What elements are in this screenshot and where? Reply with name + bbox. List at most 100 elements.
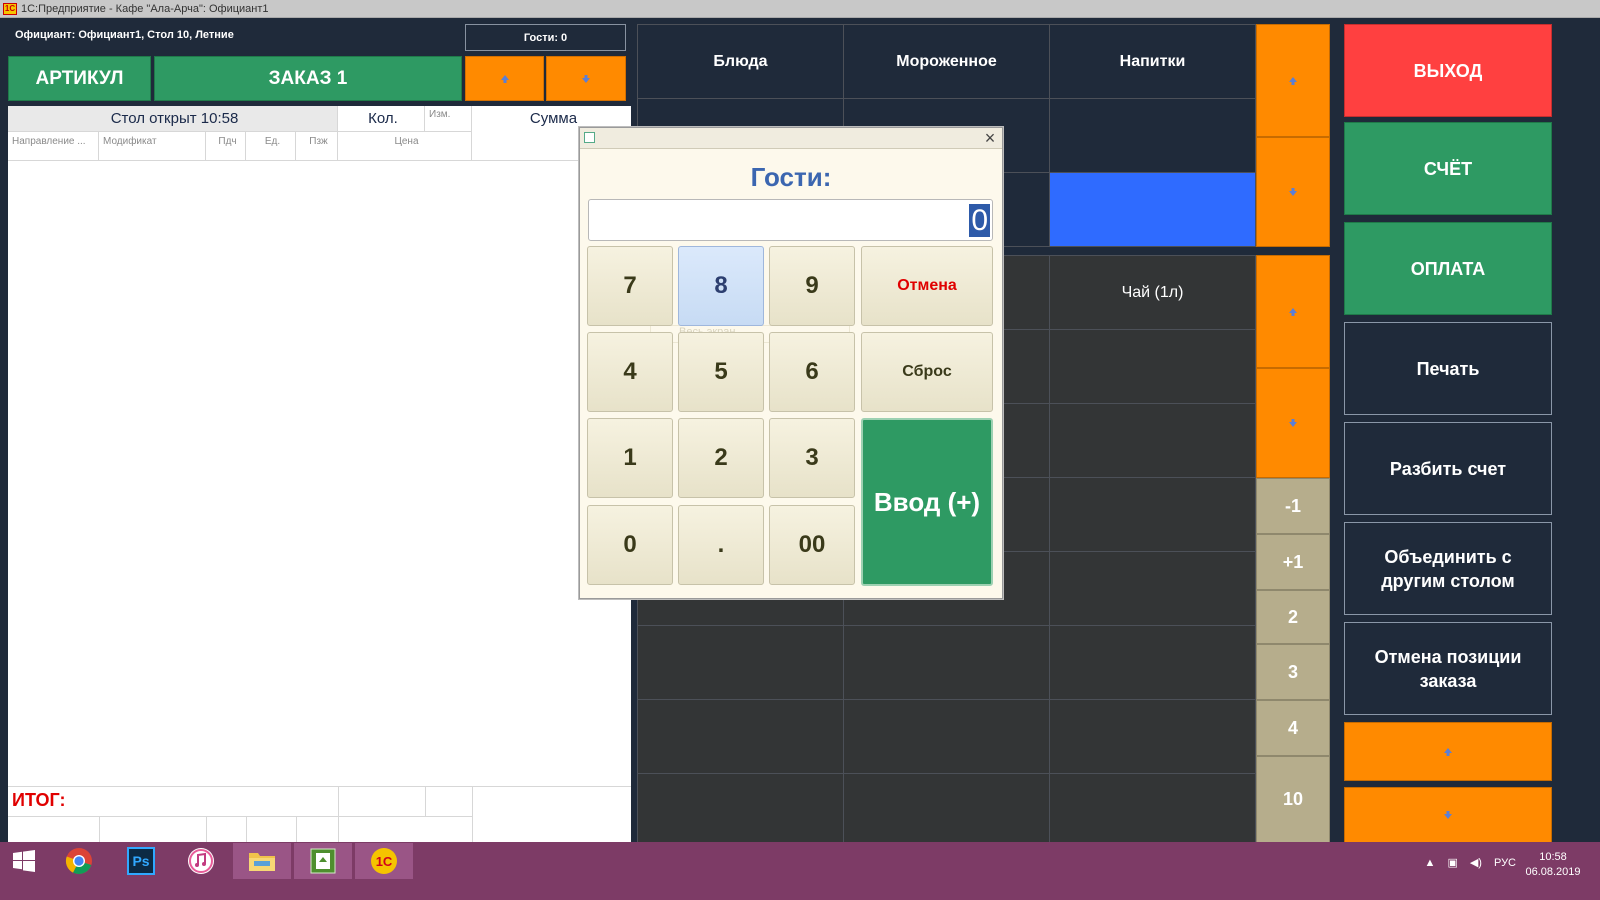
category-ice-cream[interactable]: Мороженное	[843, 24, 1050, 99]
qty-plus-1-button[interactable]: +1	[1256, 534, 1330, 590]
clock[interactable]: 10:58 06.08.2019	[1521, 850, 1585, 880]
tray-expand-icon[interactable]: ▲	[1425, 857, 1436, 869]
windows-start-button[interactable]	[0, 843, 48, 879]
category-drinks[interactable]: Напитки	[1049, 24, 1256, 99]
taskbar-itunes[interactable]	[172, 843, 230, 879]
qty-4-button[interactable]: 4	[1256, 700, 1330, 756]
volume-icon[interactable]: ◀)	[1470, 856, 1482, 869]
photoshop-icon: Ps	[127, 847, 155, 875]
actions-scroll-up-button[interactable]	[1344, 722, 1552, 781]
key-4[interactable]: 4	[587, 332, 673, 412]
menu-item[interactable]	[637, 773, 844, 843]
taskbar-1c[interactable]: 1С	[355, 843, 413, 879]
key-7[interactable]: 7	[587, 246, 673, 326]
order-button[interactable]: ЗАКАЗ 1	[154, 56, 462, 101]
subcategory-cell[interactable]	[1049, 98, 1256, 173]
arrow-down-icon	[1289, 188, 1297, 196]
direction-header: Направление ...	[8, 132, 99, 161]
key-6[interactable]: 6	[769, 332, 855, 412]
qty-minus-1-button[interactable]: -1	[1256, 478, 1330, 534]
bill-button[interactable]: СЧЁТ	[1344, 122, 1552, 215]
menu-item[interactable]	[843, 699, 1050, 774]
key-3[interactable]: 3	[769, 418, 855, 498]
category-scroll-up-button[interactable]	[1256, 24, 1330, 137]
total-label: ИТОГ:	[12, 790, 66, 810]
arrow-up-icon	[1289, 307, 1297, 316]
qty-3-button[interactable]: 3	[1256, 644, 1330, 700]
exit-button[interactable]: ВЫХОД	[1344, 24, 1552, 117]
taskbar-photoshop[interactable]: Ps	[112, 843, 170, 879]
items-scroll-down-button[interactable]	[1256, 368, 1330, 478]
split-bill-button[interactable]: Разбить счет	[1344, 422, 1552, 515]
taskbar-chrome[interactable]	[50, 843, 108, 879]
dialog-window-icon	[584, 132, 595, 143]
subcategory-selected[interactable]	[1049, 172, 1256, 247]
window-titlebar: 1С 1С:Предприятие - Кафе "Ала-Арча": Офи…	[0, 0, 1600, 18]
menu-item[interactable]	[1049, 477, 1256, 552]
key-2[interactable]: 2	[678, 418, 764, 498]
arrow-up-icon	[1444, 747, 1452, 756]
order-table[interactable]: Стол открыт 10:58 Кол. Изм. Сумма Направ…	[8, 106, 631, 843]
window-title: 1С:Предприятие - Кафе "Ала-Арча": Официа…	[21, 2, 269, 15]
arrow-up-icon	[1289, 76, 1297, 85]
qty-10-button[interactable]: 10	[1256, 756, 1330, 843]
taskbar-remote-app[interactable]	[294, 843, 352, 879]
close-icon[interactable]: ×	[982, 129, 998, 147]
1c-logo-icon: 1С	[3, 2, 17, 15]
network-icon[interactable]: ▣	[1447, 856, 1457, 869]
key-8[interactable]: 8	[678, 246, 764, 326]
menu-item[interactable]	[1049, 403, 1256, 478]
qty-header: Кол.	[338, 106, 425, 132]
folder-icon	[249, 853, 275, 871]
guests-input-value: 0	[969, 204, 990, 237]
pzhk-header: Пзж	[296, 132, 338, 161]
price-header: Цена	[338, 132, 472, 161]
order-scroll-down-button[interactable]	[546, 56, 626, 101]
category-dishes[interactable]: Блюда	[637, 24, 844, 99]
menu-item[interactable]	[1049, 329, 1256, 404]
menu-item[interactable]	[1049, 773, 1256, 843]
system-tray: ▲ ▣ ◀) РУС	[1425, 856, 1516, 870]
items-scroll-up-button[interactable]	[1256, 255, 1330, 368]
order-scroll-up-button[interactable]	[465, 56, 544, 101]
cancel-button[interactable]: Отмена	[861, 246, 993, 326]
print-button[interactable]: Печать	[1344, 322, 1552, 415]
waiter-table-info: Официант: Официант1, Стол 10, Летние	[15, 29, 234, 41]
reset-button[interactable]: Сброс	[861, 332, 993, 412]
key-00[interactable]: 00	[769, 505, 855, 585]
change-header: Изм.	[425, 106, 472, 132]
clock-time: 10:58	[1539, 851, 1567, 863]
actions-scroll-down-button[interactable]	[1344, 787, 1552, 843]
menu-item[interactable]	[843, 773, 1050, 843]
windows-logo-icon	[13, 850, 35, 872]
guests-count[interactable]: Гости: 0	[465, 24, 626, 51]
taskbar-file-explorer[interactable]	[233, 843, 291, 879]
key-5[interactable]: 5	[678, 332, 764, 412]
key-1[interactable]: 1	[587, 418, 673, 498]
dialog-titlebar[interactable]	[580, 128, 1002, 149]
menu-item[interactable]	[843, 625, 1050, 700]
chrome-icon	[65, 848, 92, 875]
enter-button[interactable]: Ввод (+)	[861, 418, 993, 586]
qty-2-button[interactable]: 2	[1256, 590, 1330, 644]
key-9[interactable]: 9	[769, 246, 855, 326]
payment-button[interactable]: ОПЛАТА	[1344, 222, 1552, 315]
menu-item[interactable]	[1049, 625, 1256, 700]
modifier-header: Модификат	[99, 132, 206, 161]
category-scroll-down-button[interactable]	[1256, 137, 1330, 247]
arrow-up-icon	[500, 74, 509, 83]
menu-item-tea[interactable]: Чай (1л)	[1049, 255, 1256, 330]
key-dot[interactable]: .	[678, 505, 764, 585]
menu-item[interactable]	[637, 699, 844, 774]
menu-item[interactable]	[1049, 551, 1256, 626]
menu-item[interactable]	[637, 625, 844, 700]
articul-button[interactable]: АРТИКУЛ	[8, 56, 151, 101]
guests-dialog: × Гости: 0 Весь экран 7 8 9 Отмена 4 5 6…	[579, 127, 1003, 599]
guests-input[interactable]: 0	[588, 199, 993, 241]
key-0[interactable]: 0	[587, 505, 673, 585]
cancel-item-button[interactable]: Отмена позиции заказа	[1344, 622, 1552, 715]
language-indicator[interactable]: РУС	[1494, 857, 1516, 869]
merge-table-button[interactable]: Объединить с другим столом	[1344, 522, 1552, 615]
arrow-down-icon	[1289, 419, 1297, 427]
menu-item[interactable]	[1049, 699, 1256, 774]
